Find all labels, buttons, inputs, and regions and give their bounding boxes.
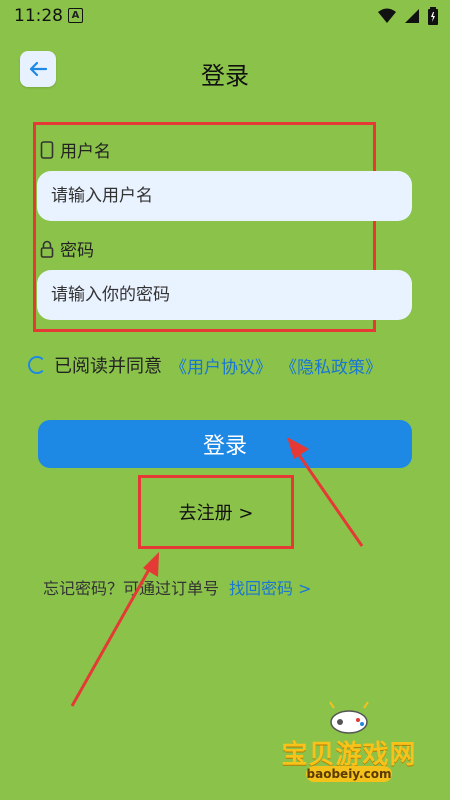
- notification-icon: A: [68, 8, 83, 23]
- agreement-text: 已阅读并同意: [54, 356, 162, 377]
- signal-icon: [405, 9, 419, 23]
- battery-icon: [428, 7, 438, 25]
- site-watermark: 宝贝游戏网 baobeiy.com: [274, 700, 424, 790]
- password-label: 密码: [40, 236, 94, 261]
- status-time: 11:28: [14, 6, 63, 26]
- register-link[interactable]: 去注册 >: [138, 475, 294, 549]
- username-label: 用户名: [40, 137, 111, 162]
- page-title: 登录: [201, 62, 249, 90]
- password-label-text: 密码: [60, 241, 94, 261]
- privacy-policy-link[interactable]: 《隐私政策》: [280, 353, 382, 378]
- forgot-password-row: 忘记密码？可通过订单号 找回密码 >: [43, 575, 312, 599]
- gamepad-icon: [329, 701, 369, 734]
- username-label-text: 用户名: [60, 142, 111, 162]
- watermark-url: baobeiy.com: [306, 766, 392, 782]
- phone-icon: [40, 140, 54, 159]
- agreement-checkbox[interactable]: [28, 356, 46, 374]
- user-agreement-link[interactable]: 《用户协议》: [170, 353, 272, 378]
- agreement-row: 已阅读并同意 《用户协议》 《隐私政策》: [28, 352, 382, 378]
- status-icons: [378, 7, 438, 25]
- recover-password-link[interactable]: 找回密码 >: [229, 575, 312, 599]
- wifi-icon: [378, 8, 396, 23]
- password-input[interactable]: [37, 270, 412, 320]
- login-button[interactable]: 登录: [38, 420, 412, 468]
- username-input[interactable]: [37, 171, 412, 221]
- status-bar: 11:28 A: [0, 0, 450, 32]
- annotation-arrows: [70, 437, 364, 707]
- forgot-password-text: 忘记密码？可通过订单号: [43, 579, 220, 598]
- lock-icon: [40, 240, 54, 258]
